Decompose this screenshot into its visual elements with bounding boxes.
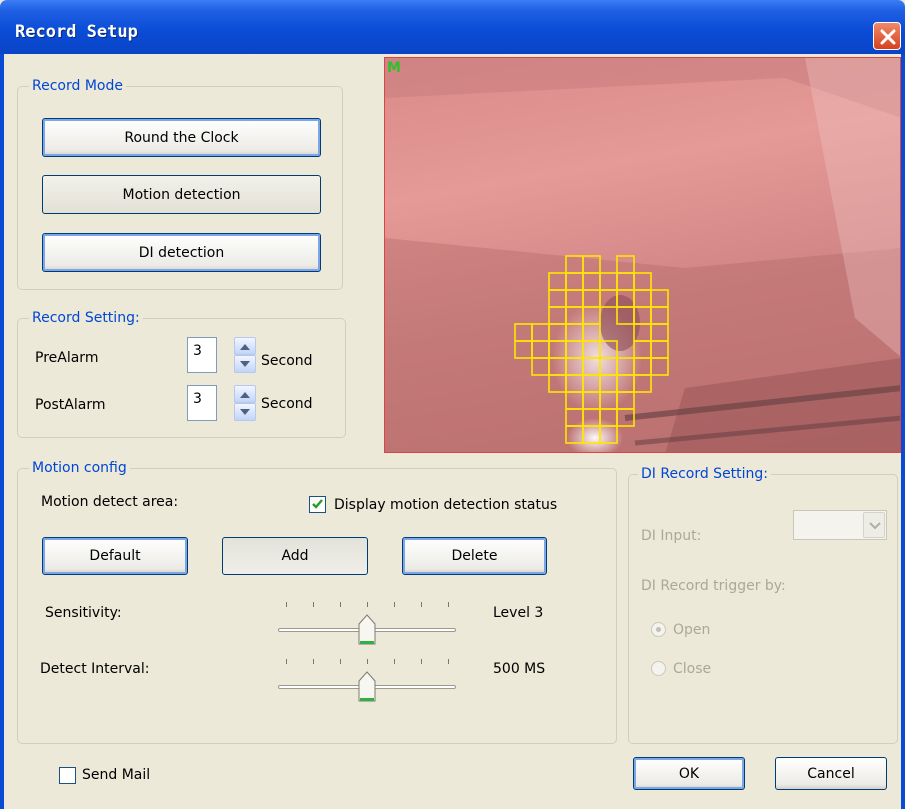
radio-open[interactable] bbox=[651, 622, 666, 637]
slider-tick bbox=[340, 602, 341, 607]
postalarm-spinner[interactable] bbox=[234, 385, 256, 421]
slider-tick bbox=[421, 659, 422, 664]
arrow-down-icon bbox=[240, 361, 250, 367]
prealarm-up-button[interactable] bbox=[234, 337, 256, 355]
postalarm-down-button[interactable] bbox=[234, 403, 256, 421]
di-input-select[interactable] bbox=[793, 510, 887, 540]
prealarm-spinner[interactable] bbox=[234, 337, 256, 373]
slider-tick bbox=[367, 659, 368, 664]
sensitivity-value: Level 3 bbox=[493, 605, 544, 621]
slider-tick bbox=[340, 659, 341, 664]
camera-scene bbox=[385, 58, 900, 452]
slider-tick bbox=[367, 602, 368, 607]
di-input-label: DI Input: bbox=[641, 528, 702, 544]
send-mail-label[interactable]: Send Mail bbox=[82, 767, 150, 783]
slider-thumb[interactable] bbox=[358, 671, 376, 703]
close-button[interactable] bbox=[873, 22, 901, 50]
slider-tick bbox=[313, 659, 314, 664]
detect-interval-value: 500 MS bbox=[493, 661, 546, 677]
ok-button[interactable]: OK bbox=[633, 757, 745, 790]
slider-tick bbox=[313, 602, 314, 607]
record-setup-window: Record Setup Record Mode Round the Clock… bbox=[0, 0, 905, 809]
di-input-dropdown-button[interactable] bbox=[863, 512, 885, 538]
round-the-clock-button[interactable]: Round the Clock bbox=[42, 118, 321, 157]
radio-open-label[interactable]: Open bbox=[673, 622, 710, 638]
window-frame-left bbox=[0, 54, 4, 809]
window-frame-right bbox=[901, 54, 905, 809]
display-status-label[interactable]: Display motion detection status bbox=[334, 497, 557, 513]
display-status-checkbox[interactable] bbox=[309, 496, 326, 513]
sensitivity-slider[interactable] bbox=[278, 598, 456, 648]
title-bar[interactable]: Record Setup bbox=[0, 0, 905, 54]
checkmark-icon bbox=[312, 499, 323, 509]
arrow-up-icon bbox=[240, 344, 250, 350]
slider-tick bbox=[286, 602, 287, 607]
slider-tick bbox=[448, 659, 449, 664]
close-icon bbox=[880, 29, 896, 45]
camera-preview[interactable]: M bbox=[384, 57, 901, 453]
motion-config-legend: Motion config bbox=[29, 460, 130, 476]
postalarm-input[interactable]: 3 bbox=[187, 385, 217, 421]
record-setting-legend: Record Setting: bbox=[29, 310, 143, 326]
radio-close[interactable] bbox=[651, 661, 666, 676]
slider-tick bbox=[286, 659, 287, 664]
window-title: Record Setup bbox=[15, 22, 138, 42]
radio-close-label[interactable]: Close bbox=[673, 661, 711, 677]
motion-detection-button[interactable]: Motion detection bbox=[42, 175, 321, 214]
postalarm-up-button[interactable] bbox=[234, 385, 256, 403]
add-button[interactable]: Add bbox=[222, 537, 368, 575]
arrow-up-icon bbox=[240, 392, 250, 398]
default-button[interactable]: Default bbox=[42, 537, 188, 575]
slider-tick bbox=[394, 602, 395, 607]
cancel-button[interactable]: Cancel bbox=[775, 757, 887, 790]
di-record-setting-legend: DI Record Setting: bbox=[638, 466, 772, 482]
record-setting-group bbox=[17, 318, 346, 438]
motion-indicator: M bbox=[387, 60, 401, 76]
delete-button[interactable]: Delete bbox=[402, 537, 547, 575]
detect-interval-slider[interactable] bbox=[278, 655, 456, 705]
prealarm-label: PreAlarm bbox=[35, 350, 99, 366]
postalarm-label: PostAlarm bbox=[35, 397, 106, 413]
record-mode-legend: Record Mode bbox=[29, 78, 126, 94]
motion-detect-area-label: Motion detect area: bbox=[41, 494, 179, 510]
slider-thumb[interactable] bbox=[358, 614, 376, 646]
postalarm-unit: Second bbox=[261, 396, 313, 412]
prealarm-unit: Second bbox=[261, 353, 313, 369]
send-mail-checkbox[interactable] bbox=[59, 767, 76, 784]
sensitivity-label: Sensitivity: bbox=[45, 605, 122, 621]
prealarm-input[interactable]: 3 bbox=[187, 337, 217, 373]
slider-tick bbox=[394, 659, 395, 664]
di-trigger-label: DI Record trigger by: bbox=[641, 578, 786, 594]
chevron-down-icon bbox=[869, 522, 881, 530]
slider-tick bbox=[448, 602, 449, 607]
arrow-down-icon bbox=[240, 409, 250, 415]
detect-interval-label: Detect Interval: bbox=[40, 661, 150, 677]
slider-tick bbox=[421, 602, 422, 607]
di-detection-button[interactable]: DI detection bbox=[42, 233, 321, 272]
radio-selected-dot bbox=[656, 627, 661, 632]
prealarm-down-button[interactable] bbox=[234, 355, 256, 373]
